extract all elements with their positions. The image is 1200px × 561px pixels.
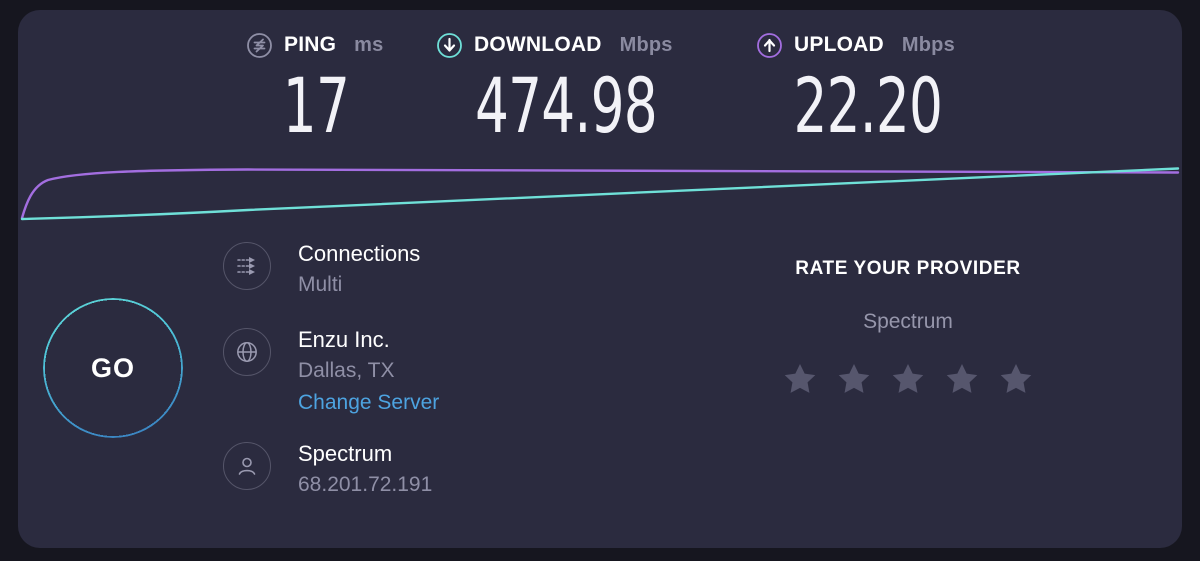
details-panel: GO Connections Multi Enzu Inc. Dallas, T…	[18, 230, 1182, 548]
connection-item-server: Enzu Inc. Dallas, TX Change Server	[223, 328, 643, 414]
person-icon	[223, 442, 271, 491]
graph-line-download	[20, 167, 1180, 221]
metric-upload-value: 22.20	[793, 61, 943, 150]
metric-ping-label-row: PING ms	[236, 30, 436, 60]
go-button-label: GO	[90, 352, 135, 383]
ping-icon	[247, 32, 272, 58]
rating-star-2[interactable]	[835, 360, 873, 398]
results-header: PING ms 17 DOWNLOAD Mbps 474.98 UPLOAD M…	[18, 30, 1182, 160]
server-host-name: Enzu Inc.	[298, 327, 390, 352]
ip-address: 68.201.72.191	[298, 473, 433, 497]
metric-ping-unit: ms	[354, 33, 384, 56]
metric-download-unit: Mbps	[619, 33, 673, 56]
go-button[interactable]: GO	[43, 298, 183, 438]
download-arrow-icon	[437, 32, 462, 58]
rate-provider-panel: RATE YOUR PROVIDER Spectrum	[718, 258, 1098, 398]
connection-item-isp: Spectrum 68.201.72.191	[223, 442, 643, 500]
metric-upload: UPLOAD Mbps 22.20	[756, 30, 1006, 144]
metric-download-title: DOWNLOAD	[474, 33, 602, 56]
rating-star-5[interactable]	[997, 360, 1035, 398]
speedtest-result-card: PING ms 17 DOWNLOAD Mbps 474.98 UPLOAD M…	[18, 10, 1182, 548]
speed-graph-svg	[20, 167, 1180, 221]
metric-ping: PING ms 17	[236, 30, 436, 144]
metric-upload-title: UPLOAD	[794, 33, 884, 56]
upload-arrow-icon	[757, 32, 782, 58]
metric-upload-label-row: UPLOAD Mbps	[756, 30, 1006, 60]
metric-ping-title: PING	[284, 33, 337, 56]
rating-star-row	[718, 360, 1098, 398]
speed-graph	[18, 152, 1182, 230]
rate-provider-name: Spectrum	[863, 310, 953, 333]
metric-download-value: 474.98	[475, 61, 658, 150]
isp-name: Spectrum	[298, 441, 393, 467]
connection-type-label: Connections	[298, 241, 421, 266]
metric-download-label-row: DOWNLOAD Mbps	[436, 30, 726, 60]
connection-info-list: Connections Multi Enzu Inc. Dallas, TX C…	[223, 242, 643, 500]
globe-icon	[223, 328, 271, 376]
change-server-link[interactable]: Change Server	[298, 392, 439, 414]
connection-type-value: Multi	[298, 273, 343, 297]
metric-ping-value: 17	[282, 61, 350, 150]
connection-item-connections: Connections Multi	[223, 242, 643, 300]
rating-star-4[interactable]	[943, 360, 981, 398]
server-location: Dallas, TX	[298, 359, 395, 383]
rating-star-3[interactable]	[889, 360, 927, 398]
metric-download: DOWNLOAD Mbps 474.98	[436, 30, 726, 144]
rating-star-1[interactable]	[781, 360, 819, 398]
connections-arrows-icon	[223, 242, 271, 290]
metric-upload-unit: Mbps	[901, 33, 955, 56]
rate-provider-title: RATE YOUR PROVIDER	[795, 258, 1021, 279]
